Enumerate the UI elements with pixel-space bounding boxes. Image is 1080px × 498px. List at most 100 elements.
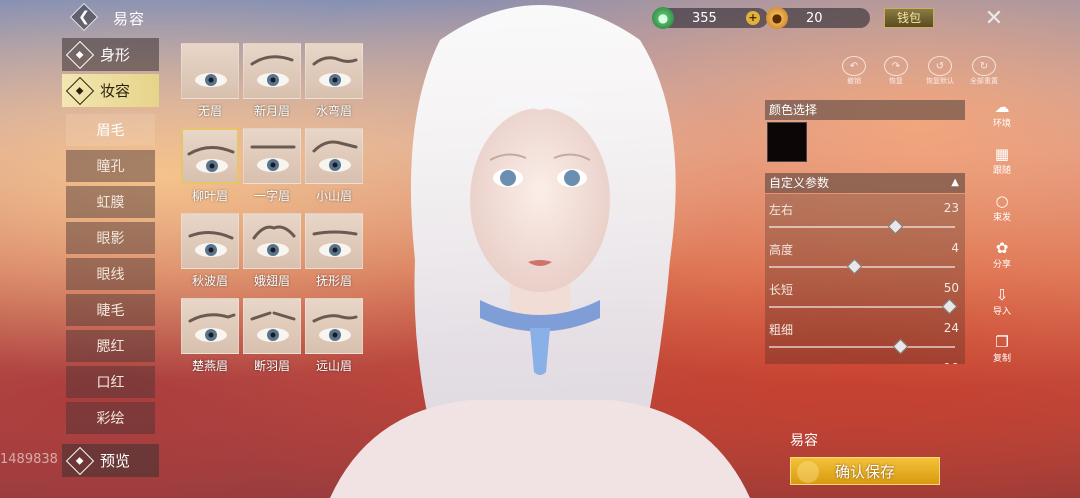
gold-currency[interactable]: ● 20 (766, 7, 870, 29)
param-value: 4 (951, 241, 959, 255)
eyebrow-option[interactable]: 娥翅眉 (243, 213, 301, 291)
sub-face-paint[interactable]: 彩绘 (66, 402, 155, 434)
reset-all-button[interactable]: ↻ 全部重置 (970, 56, 998, 86)
eyebrow-option[interactable]: 柳叶眉 (181, 128, 239, 206)
slider-track[interactable] (769, 306, 955, 308)
page-title: 易容 (113, 10, 146, 28)
back-button[interactable]: ❮ (68, 2, 100, 32)
side-tool-label: 束发 (992, 213, 1011, 223)
category-label: 妆容 (100, 82, 131, 100)
eyebrow-label: 楚燕眉 (191, 359, 228, 373)
side-tool-label: 导入 (992, 307, 1011, 317)
sub-pupil[interactable]: 瞳孔 (66, 150, 155, 182)
sub-eyeliner[interactable]: 眼线 (66, 258, 155, 290)
jade-amount: 355 (692, 10, 717, 26)
color-swatch[interactable] (767, 122, 807, 162)
param-slider-row: 高度 4 (769, 238, 959, 276)
save-label: 确认保存 (834, 463, 895, 481)
makeup-icon: ◆ (65, 76, 95, 105)
slider-track[interactable] (769, 346, 955, 348)
slider-track[interactable] (769, 226, 955, 228)
eyebrow-thumbnail (243, 213, 301, 269)
param-slider-row: 粗细 24 (769, 318, 959, 356)
slider-handle[interactable] (887, 218, 904, 235)
eyebrow-label: 水弯眉 (315, 104, 352, 118)
eyebrow-label: 远山眉 (315, 359, 352, 373)
side-tool-button[interactable]: ○ 束发 (988, 192, 1016, 223)
add-jade-icon[interactable]: + (746, 11, 760, 25)
param-slider-row: 长短 50 (769, 278, 959, 316)
follow-icon: ▦ (994, 145, 1010, 163)
eyebrow-label: 抚形眉 (315, 274, 352, 288)
eyebrow-option[interactable]: 无眉 (181, 43, 239, 121)
eyebrow-thumbnail (181, 43, 239, 99)
eyebrow-option[interactable]: 秋波眉 (181, 213, 239, 291)
preview-label: 预览 (100, 452, 131, 470)
undo-button[interactable]: ↶ 撤销 (842, 56, 866, 86)
param-value: 23 (943, 201, 959, 215)
environment-icon: ☁ (994, 98, 1010, 116)
undo-label: 撤销 (847, 77, 861, 85)
side-tool-button[interactable]: ✿ 分享 (988, 239, 1016, 270)
eyebrow-thumbnail (243, 298, 301, 354)
param-name: 透明 (769, 361, 793, 364)
eyebrow-thumbnail (243, 128, 301, 184)
category-label: 身形 (100, 46, 131, 64)
watermark-text: 1489838 (0, 452, 58, 467)
eyebrow-option[interactable]: 新月眉 (243, 43, 301, 121)
eyebrow-option[interactable]: 断羽眉 (243, 298, 301, 376)
eyebrow-option[interactable]: 小山眉 (305, 128, 363, 206)
eyebrow-label: 娥翅眉 (253, 274, 290, 288)
eyebrow-thumbnail (305, 128, 363, 184)
slider-handle[interactable] (941, 298, 958, 315)
reset-all-icon: ↻ (972, 56, 996, 76)
category-makeup[interactable]: ◆ 妆容 (62, 74, 159, 107)
eyebrow-label: 秋波眉 (191, 274, 228, 288)
sub-eyeshadow[interactable]: 眼影 (66, 222, 155, 254)
category-body-shape[interactable]: ◆ 身形 (62, 38, 159, 71)
redo-button[interactable]: ↷ 恢复 (884, 56, 908, 86)
section-label: 易容 (790, 433, 818, 449)
sub-iris[interactable]: 虹膜 (66, 186, 155, 218)
sub-lipstick[interactable]: 口红 (66, 366, 155, 398)
chevron-left-icon: ❮ (78, 9, 90, 25)
eyebrow-option[interactable]: 远山眉 (305, 298, 363, 376)
reset-icon: ↺ (928, 56, 952, 76)
eyebrow-label: 一字眉 (253, 189, 290, 203)
reset-all-label: 全部重置 (970, 77, 998, 85)
sub-eyelashes[interactable]: 睫毛 (66, 294, 155, 326)
preview-button[interactable]: ◆ 预览 (62, 444, 159, 477)
close-icon[interactable]: ✕ (980, 5, 1008, 31)
gold-amount: 20 (806, 10, 823, 26)
side-tool-button[interactable]: ⇩ 导入 (988, 286, 1016, 317)
eyebrow-option[interactable]: 抚形眉 (305, 213, 363, 291)
param-value: 50 (943, 281, 959, 295)
collapse-icon[interactable]: ▲ (951, 173, 959, 193)
slider-handle[interactable] (893, 338, 909, 355)
jade-currency[interactable]: ● 355 + (652, 7, 768, 29)
param-name: 左右 (769, 203, 794, 217)
param-name: 粗细 (769, 323, 794, 337)
side-tool-button[interactable]: ▦ 跟随 (988, 145, 1016, 176)
character-portrait (330, 5, 750, 498)
reset-button[interactable]: ↺ 恢复默认 (926, 56, 954, 86)
side-tool-label: 跟随 (992, 166, 1011, 176)
reset-label: 恢复默认 (926, 77, 954, 85)
top-bar: ❮ 易容 ● 355 + ● 20 钱包 ✕ (0, 0, 1080, 36)
sub-blush[interactable]: 腮红 (66, 330, 155, 362)
confirm-save-button[interactable]: 确认保存 (790, 457, 940, 485)
side-tool-button[interactable]: ☁ 环境 (988, 98, 1016, 129)
side-tool-button[interactable]: ❐ 复制 (988, 333, 1016, 364)
eyebrow-option[interactable]: 楚燕眉 (181, 298, 239, 376)
wallet-button[interactable]: 钱包 (884, 8, 934, 28)
copy-icon: ❐ (995, 333, 1009, 351)
eyebrow-option[interactable]: 一字眉 (243, 128, 301, 206)
import-icon: ⇩ (995, 286, 1009, 304)
eyebrow-option[interactable]: 水弯眉 (305, 43, 363, 121)
sub-eyebrows[interactable]: 眉毛 (66, 114, 155, 146)
params-list: 左右 23 高度 4 长短 50 粗细 24 透明 10 (765, 194, 965, 364)
redo-icon: ↷ (884, 56, 908, 76)
param-value: 10 (944, 361, 959, 364)
params-section-header[interactable]: 自定义参数 ▲ (765, 173, 965, 193)
slider-handle[interactable] (846, 258, 862, 275)
